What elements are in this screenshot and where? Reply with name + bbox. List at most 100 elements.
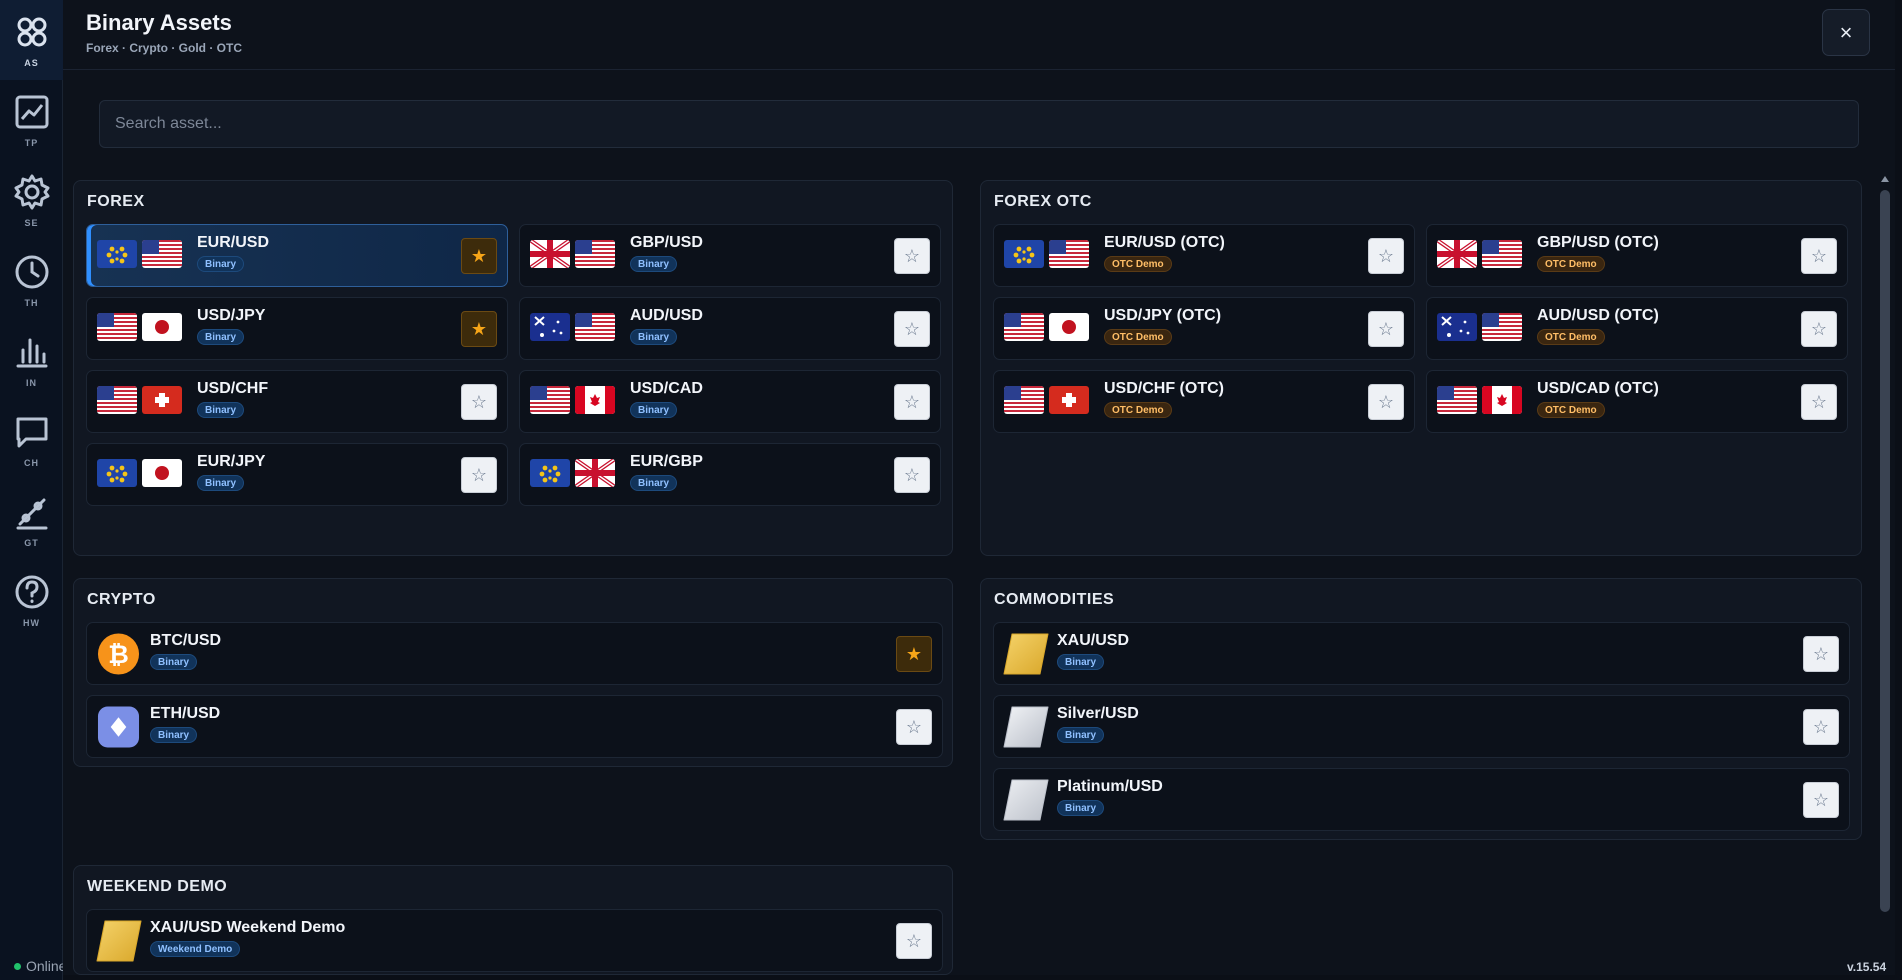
ch-flag-icon (142, 386, 182, 414)
rail-item-chat[interactable]: CH (0, 400, 63, 480)
section-title: FOREX OTC (994, 193, 1092, 210)
asset-name: USD/CHF (OTC) (1104, 380, 1224, 397)
rail-item-assets[interactable]: AS (0, 0, 63, 80)
eu-flag-icon (1004, 240, 1044, 268)
favorite-star-icon[interactable]: ☆ (461, 384, 497, 420)
currency-flags (530, 313, 615, 341)
asset-card[interactable]: GBP/USD (OTC) OTC Demo ☆ (1426, 224, 1848, 287)
ethereum-icon (97, 705, 140, 749)
jp-flag-icon (142, 459, 182, 487)
asset-card[interactable]: USD/CAD (OTC) OTC Demo ☆ (1426, 370, 1848, 433)
asset-card[interactable]: USD/JPY Binary ★ (86, 297, 508, 360)
asset-card[interactable]: Platinum/USD Binary ☆ (993, 768, 1850, 831)
asset-type-badge: Binary (197, 329, 245, 345)
asset-card[interactable]: GBP/USD Binary ☆ (519, 224, 941, 287)
rail-item-tools[interactable]: GT (0, 480, 63, 560)
favorite-star-icon[interactable]: ☆ (894, 384, 930, 420)
asset-card[interactable]: USD/CHF (OTC) OTC Demo ☆ (993, 370, 1415, 433)
favorite-star-icon[interactable]: ☆ (1368, 311, 1404, 347)
favorite-star-icon[interactable]: ☆ (896, 923, 932, 959)
favorite-star-filled-icon[interactable]: ★ (896, 636, 932, 672)
rail-item-trade-panel[interactable]: TP (0, 80, 63, 160)
favorite-star-icon[interactable]: ☆ (894, 457, 930, 493)
favorite-star-filled-icon[interactable]: ★ (461, 238, 497, 274)
section-title: FOREX (87, 193, 145, 210)
currency-flags (530, 459, 615, 487)
asset-type-badge: Binary (197, 475, 245, 491)
asset-card[interactable]: EUR/GBP Binary ☆ (519, 443, 941, 506)
status-text: Online (26, 958, 67, 974)
modal-subtitle: Forex · Crypto · Gold · OTC (86, 41, 242, 55)
asset-card[interactable]: AUD/USD (OTC) OTC Demo ☆ (1426, 297, 1848, 360)
asset-card[interactable]: USD/CHF Binary ☆ (86, 370, 508, 433)
favorite-star-filled-icon[interactable]: ★ (461, 311, 497, 347)
asset-card[interactable]: AUD/USD Binary ☆ (519, 297, 941, 360)
currency-flags (1004, 240, 1089, 268)
favorite-star-icon[interactable]: ☆ (1801, 311, 1837, 347)
section-title: COMMODITIES (994, 591, 1115, 608)
clock-icon (15, 255, 48, 289)
asset-name: EUR/JPY (197, 453, 266, 470)
favorite-star-icon[interactable]: ☆ (1368, 238, 1404, 274)
gb-flag-icon (1437, 240, 1477, 268)
section-weekend-demo: WEEKEND DEMO XAU/USD Weekend Demo Weekend … (73, 865, 953, 975)
asset-name: AUD/USD (630, 307, 703, 324)
rail-label: GT (24, 538, 39, 548)
modal-header: Binary Assets Forex · Crypto · Gold · OT… (63, 0, 1895, 70)
rail-item-settings[interactable]: SE (0, 160, 63, 240)
close-button[interactable]: × (1822, 9, 1870, 56)
asset-card[interactable]: USD/JPY (OTC) OTC Demo ☆ (993, 297, 1415, 360)
asset-name: USD/CAD (630, 380, 703, 397)
search-input[interactable] (99, 100, 1859, 148)
rail-item-help[interactable]: HW (0, 560, 63, 640)
status-dot-icon (14, 962, 21, 970)
asset-type-badge: Binary (630, 256, 678, 272)
eu-flag-icon (530, 459, 570, 487)
us-flag-icon (1004, 313, 1044, 341)
asset-name: EUR/USD (OTC) (1104, 234, 1225, 251)
favorite-star-icon[interactable]: ☆ (1801, 238, 1837, 274)
jp-flag-icon (1049, 313, 1089, 341)
us-flag-icon (1482, 313, 1522, 341)
asset-card[interactable]: ₿ BTC/USD Binary ★ (86, 622, 943, 685)
asset-card[interactable]: Silver/USD Binary ☆ (993, 695, 1850, 758)
asset-card[interactable]: ETH/USD Binary ☆ (86, 695, 943, 758)
asset-card[interactable]: EUR/USD Binary ★ (86, 224, 508, 287)
ch-flag-icon (1049, 386, 1089, 414)
chat-icon (16, 417, 47, 448)
favorite-star-icon[interactable]: ☆ (461, 457, 497, 493)
asset-card[interactable]: XAU/USD Weekend Demo Weekend Demo ☆ (86, 909, 943, 972)
svg-text:₿: ₿ (108, 641, 129, 669)
asset-name: ETH/USD (150, 705, 221, 722)
asset-type-badge: OTC Demo (1537, 329, 1605, 345)
asset-card[interactable]: USD/CAD Binary ☆ (519, 370, 941, 433)
favorite-star-icon[interactable]: ☆ (1803, 782, 1839, 818)
favorite-star-icon[interactable]: ☆ (1803, 636, 1839, 672)
asset-card[interactable]: EUR/USD (OTC) OTC Demo ☆ (993, 224, 1415, 287)
asset-type-badge: Binary (1057, 800, 1105, 816)
favorite-star-icon[interactable]: ☆ (1803, 709, 1839, 745)
favorite-star-icon[interactable]: ☆ (894, 311, 930, 347)
asset-type-badge: OTC Demo (1104, 256, 1172, 272)
rail-item-indicators[interactable]: IN (0, 320, 63, 400)
us-flag-icon (1049, 240, 1089, 268)
asset-type-badge: Binary (630, 329, 678, 345)
favorite-star-icon[interactable]: ☆ (894, 238, 930, 274)
currency-flags (97, 459, 182, 487)
gb-flag-icon (530, 240, 570, 268)
rail-item-history[interactable]: TH (0, 240, 63, 320)
asset-type-badge: Binary (630, 475, 678, 491)
scroll-thumb[interactable] (1880, 190, 1890, 912)
asset-name: Platinum/USD (1057, 778, 1163, 795)
asset-card[interactable]: XAU/USD Binary ☆ (993, 622, 1850, 685)
section-title: CRYPTO (87, 591, 156, 608)
gold-bar-icon (1002, 632, 1050, 676)
favorite-star-icon[interactable]: ☆ (1801, 384, 1837, 420)
scrollbar[interactable] (1878, 176, 1892, 914)
modal-title: Binary Assets (86, 10, 232, 35)
asset-card[interactable]: EUR/JPY Binary ☆ (86, 443, 508, 506)
favorite-star-icon[interactable]: ☆ (1368, 384, 1404, 420)
section-title: WEEKEND DEMO (87, 878, 228, 895)
favorite-star-icon[interactable]: ☆ (896, 709, 932, 745)
scroll-up-icon[interactable] (1881, 176, 1889, 182)
